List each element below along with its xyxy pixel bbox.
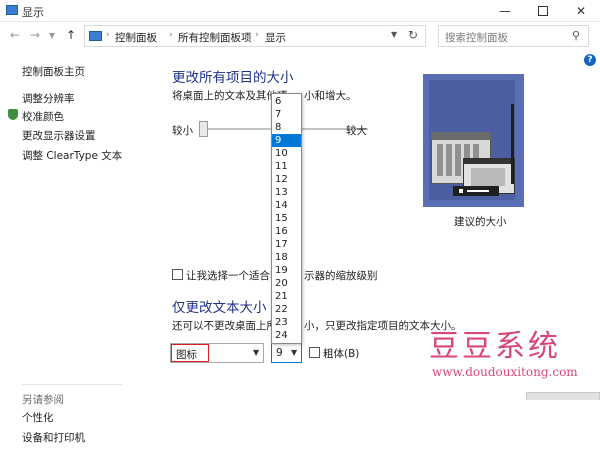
size-option[interactable]: 23 [272, 316, 301, 329]
breadcrumb-control-panel[interactable]: 控制面板 [115, 30, 157, 45]
forward-button[interactable]: → [28, 28, 42, 44]
size-option[interactable]: 13 [272, 186, 301, 199]
size-option[interactable]: 21 [272, 290, 301, 303]
back-arrow-icon: ← [9, 28, 21, 42]
size-option[interactable]: 16 [272, 225, 301, 238]
see-also-title: 另请参阅 [22, 394, 64, 406]
sidebar-item-cleartype[interactable]: 调整 ClearType 文本 [22, 148, 122, 163]
size-option[interactable]: 22 [272, 303, 301, 316]
size-option[interactable]: 11 [272, 160, 301, 173]
size-option[interactable]: 14 [272, 199, 301, 212]
recent-locations-button[interactable]: ▼ [45, 31, 59, 47]
preview-caption: 建议的大小 [454, 216, 507, 228]
size-option[interactable]: 18 [272, 251, 301, 264]
size-select-value: 9 [276, 347, 283, 359]
size-option[interactable]: 10 [272, 147, 301, 160]
close-button[interactable]: ✕ [562, 0, 600, 22]
see-also-personalization[interactable]: 个性化 [22, 410, 54, 425]
chevron-down-icon: ▼ [253, 348, 260, 357]
custom-scale-label-right: 示器的缩放级别 [304, 270, 378, 282]
bold-label: 粗体(B) [323, 348, 360, 360]
display-app-icon [6, 5, 18, 15]
watermark-url: www.doudouxitong.com [432, 365, 578, 379]
size-option[interactable]: 12 [272, 173, 301, 186]
size-option[interactable]: 17 [272, 238, 301, 251]
breadcrumb-display[interactable]: 显示 [265, 30, 286, 45]
help-icon[interactable]: ? [584, 54, 596, 66]
size-option[interactable]: 19 [272, 264, 301, 277]
chevron-down-icon: ▼ [291, 348, 298, 357]
slider-max-label: 较大 [346, 125, 367, 137]
up-button[interactable]: ↑ [64, 28, 78, 44]
see-also-devices-printers[interactable]: 设备和打印机 [22, 430, 85, 445]
window-title: 显示 [22, 6, 44, 19]
size-option[interactable]: 15 [272, 212, 301, 225]
minimize-button[interactable]: — [486, 0, 524, 22]
shield-icon [8, 109, 18, 120]
maximize-button[interactable] [524, 0, 562, 22]
search-input[interactable]: 搜索控制面板 [445, 30, 508, 45]
size-option[interactable]: 8 [272, 121, 301, 134]
minimize-icon: — [499, 4, 511, 18]
size-option[interactable]: 6 [272, 95, 301, 108]
slider-min-label: 较小 [172, 125, 193, 137]
watermark-text: 豆豆系统 [429, 329, 561, 364]
item-select-value: 图标 [176, 349, 197, 361]
up-arrow-icon: ↑ [65, 28, 77, 42]
sidebar-item-resolution[interactable]: 调整分辨率 [22, 91, 75, 106]
desc-change-size-right: 小和增大。 [304, 90, 357, 102]
refresh-icon[interactable]: ↻ [408, 28, 418, 42]
sidebar-divider [22, 384, 122, 385]
breadcrumb-all-items[interactable]: 所有控制面板项 [178, 30, 252, 45]
sidebar-item-home[interactable]: 控制面板主页 [22, 64, 85, 79]
size-dropdown-list[interactable]: 6 7 8 9 10 11 12 13 14 15 16 17 18 19 20 21 22 23 24 [271, 93, 302, 344]
breadcrumb-chevron-icon: › [255, 30, 259, 40]
heading-change-size: 更改所有项目的大小 [172, 70, 294, 86]
item-select[interactable]: 图标 ▼ [170, 343, 264, 363]
forward-arrow-icon: → [29, 28, 41, 42]
close-icon: ✕ [575, 4, 587, 18]
size-option[interactable]: 9 [272, 134, 301, 147]
back-button[interactable]: ← [8, 28, 22, 44]
scale-slider-thumb[interactable] [199, 121, 208, 137]
scale-preview-image [423, 74, 524, 207]
sidebar-item-calibrate[interactable]: 校准颜色 [22, 109, 64, 124]
search-box[interactable]: 搜索控制面板 ⚲ [438, 25, 589, 47]
size-option[interactable]: 7 [272, 108, 301, 121]
size-select[interactable]: 9 ▼ [271, 343, 302, 363]
chevron-down-icon: ▼ [48, 31, 56, 40]
address-dropdown-icon[interactable]: ▼ [391, 30, 397, 39]
custom-scale-checkbox[interactable] [172, 269, 183, 280]
size-option[interactable]: 24 [272, 329, 301, 342]
size-option[interactable]: 20 [272, 277, 301, 290]
bold-checkbox[interactable] [309, 347, 320, 358]
sidebar-item-display-settings[interactable]: 更改显示器设置 [22, 128, 96, 143]
control-panel-icon [89, 31, 102, 41]
breadcrumb-chevron-icon: › [106, 30, 110, 40]
maximize-icon [538, 6, 548, 16]
address-bar[interactable]: › 控制面板 › 所有控制面板项 › 显示 ▼ ↻ [84, 25, 426, 47]
apply-button[interactable] [526, 392, 600, 400]
heading-text-size: 仅更改文本大小 [172, 300, 267, 316]
search-icon[interactable]: ⚲ [572, 29, 580, 42]
breadcrumb-chevron-icon: › [169, 30, 173, 40]
